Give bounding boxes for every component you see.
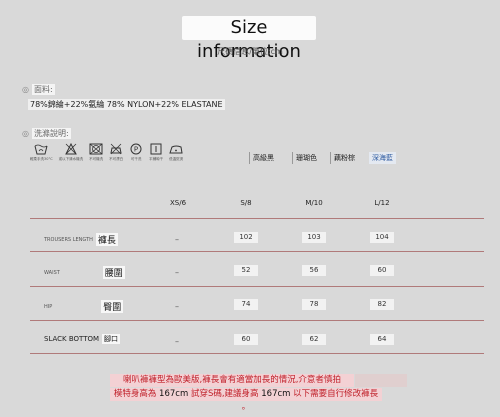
care-caption: 低溫熨燙 <box>169 157 184 161</box>
table-cell: 102 <box>234 232 258 243</box>
table-cell: 64 <box>370 334 394 345</box>
dry-clean-p-icon: P <box>130 143 142 155</box>
page-title: Size information <box>182 16 316 62</box>
row-label-zh: 臀圍 <box>101 300 124 313</box>
hand-wash-icon <box>34 144 48 155</box>
care-caption: 不可機洗 <box>89 157 104 161</box>
row-label-zh: 褲長 <box>95 233 118 246</box>
fabric-option-pink-brown: 藕粉棕 <box>330 152 358 164</box>
care-caption: 輕柔手洗30°C <box>30 157 53 161</box>
fabric-option-coral: 珊瑚色 <box>292 152 320 164</box>
row-label-en: TROUSERS LENGTH <box>44 236 93 243</box>
table-cell: – <box>175 302 179 311</box>
table-cell: 74 <box>234 299 258 310</box>
row-label-en: HIP <box>44 303 53 310</box>
table-cell: 82 <box>370 299 394 310</box>
note-text: 試穿S碼,建議身高 <box>190 389 259 399</box>
table-cell: 104 <box>370 232 394 243</box>
table-cell: – <box>175 337 179 346</box>
row-label-en: WAIST <box>44 269 60 276</box>
no-iron-icon <box>110 143 122 155</box>
care-item: 不可機洗 <box>89 143 103 162</box>
row-label-zh: 腳口 <box>102 334 121 344</box>
care-caption: 可干洗 <box>130 157 142 161</box>
table-cell: 60 <box>234 334 258 345</box>
table-cell: 60 <box>370 265 394 276</box>
care-caption: 平鋪晾干 <box>149 157 164 161</box>
size-header: L/12 <box>374 199 390 207</box>
table-divider <box>30 320 484 321</box>
care-item: 低溫熨燙 <box>169 143 183 162</box>
table-row-label: SLACK BOTTOM 腳口 <box>44 334 121 344</box>
fabric-option-navy: 深海藍 <box>369 152 396 164</box>
care-item: 輕柔手洗30°C <box>30 143 53 162</box>
table-cell: – <box>175 235 179 244</box>
table-row-label: HIP 臀圍 <box>44 300 124 313</box>
washing-label: 洗滌說明: <box>31 128 71 139</box>
table-cell: – <box>175 268 179 277</box>
line-dry-icon <box>150 143 162 155</box>
bullet-icon: ◎ <box>22 85 29 94</box>
material-label: 面料: <box>31 84 55 95</box>
suggested-height: 167cm <box>261 389 291 399</box>
size-header: M/10 <box>305 199 323 207</box>
care-icons: 輕柔手洗30°C 或以下清水機洗 不可機洗 不可漂白 P 可干洗 平鋪晾干 低溫… <box>30 143 183 162</box>
care-caption: 或以下清水機洗 <box>58 157 84 161</box>
care-item: P 可干洗 <box>129 143 143 162</box>
care-caption: 不可漂白 <box>109 157 124 161</box>
row-label-en: SLACK BOTTOM <box>44 335 100 343</box>
table-cell: 52 <box>234 265 258 276</box>
fabric-option-black: 高級黑 <box>249 152 277 164</box>
bullet-icon: ◎ <box>22 129 29 138</box>
table-row-label: TROUSERS LENGTH 褲長 <box>44 233 118 246</box>
washing-section-label: ◎ 洗滌說明: <box>22 128 71 139</box>
svg-text:P: P <box>134 146 138 154</box>
table-cell: 56 <box>302 265 326 276</box>
table-cell: 103 <box>302 232 326 243</box>
table-cell: 78 <box>302 299 326 310</box>
note-text: 模特身高為 <box>113 389 157 399</box>
row-label-zh: 腰圍 <box>102 266 125 279</box>
material-text: 78%錦綸+22%氨綸 78% NYLON+22% ELASTANE <box>28 99 225 110</box>
care-item: 平鋪晾干 <box>149 143 163 162</box>
no-tumble-dry-icon <box>89 143 103 155</box>
fit-note-highlight <box>355 374 407 387</box>
page-subtitle: 尺碼信息/單位:cm <box>217 47 283 56</box>
care-item: 或以下清水機洗 <box>58 143 84 162</box>
table-divider <box>30 218 484 219</box>
size-header: XS/6 <box>169 199 187 207</box>
model-height: 167cm <box>159 389 189 399</box>
table-row-label: WAIST 腰圍 <box>44 266 125 279</box>
table-divider <box>30 353 484 354</box>
fit-note-line2: 模特身高為 167cm 試穿S碼,建議身高 167cm 以下需要自行修改褲長 。 <box>110 388 382 412</box>
material-section-label: ◎ 面料: <box>22 84 55 95</box>
care-item: 不可漂白 <box>109 143 123 162</box>
fit-note-line1: 喇叭褲褲型為歐美版,褲長會有適當加長的情況,介意者慎拍 <box>110 374 354 387</box>
table-divider <box>30 286 484 287</box>
table-divider <box>30 251 484 252</box>
table-cell: 62 <box>302 334 326 345</box>
size-header: S/8 <box>240 199 252 207</box>
no-bleach-icon <box>65 143 77 155</box>
low-iron-icon <box>169 145 183 154</box>
